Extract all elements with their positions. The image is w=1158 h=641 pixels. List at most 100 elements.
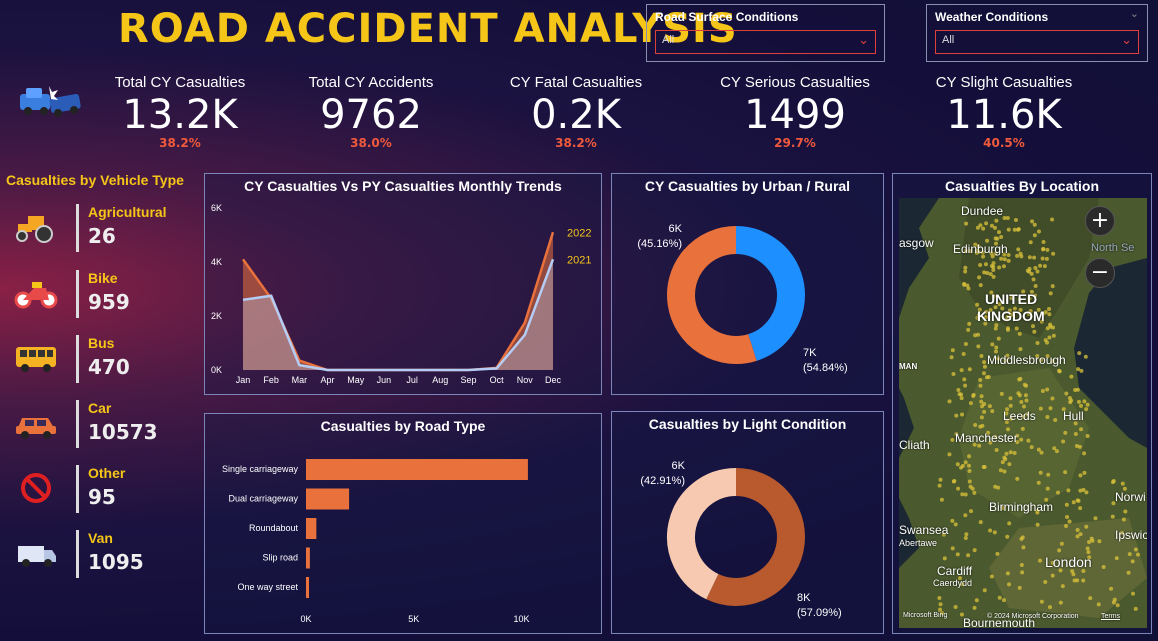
kpi-slight-casualties: CY Slight Casualties 11.6K 40.5%: [919, 74, 1089, 149]
weather-select[interactable]: All ⌄: [935, 30, 1139, 54]
casualty-dot: [1071, 500, 1076, 505]
road-surface-select[interactable]: All ⌄: [655, 30, 876, 54]
casualty-dot: [938, 602, 943, 607]
casualty-dot: [950, 348, 955, 353]
casualty-dot: [953, 604, 958, 609]
casualty-dot: [1121, 517, 1126, 522]
slice-value-label: 8K: [797, 592, 811, 604]
vehicle-row-agricultural[interactable]: Agricultural 26: [10, 202, 200, 252]
casualty-dot: [1079, 403, 1084, 408]
casualty-dot: [1096, 602, 1101, 607]
casualty-dot: [959, 368, 964, 373]
casualty-dot: [1111, 479, 1116, 484]
casualty-dot: [1075, 534, 1080, 539]
casualty-dot: [1051, 333, 1056, 338]
casualty-dot: [1075, 498, 1080, 503]
vehicle-value: 10573: [88, 420, 158, 444]
casualty-dot: [996, 485, 1001, 490]
casualty-dot: [979, 399, 984, 404]
casualty-dot: [1073, 431, 1078, 436]
casualty-dot: [1047, 605, 1052, 610]
casualty-dot: [1047, 335, 1052, 340]
road-surface-filter[interactable]: Road Surface Conditions All ⌄: [646, 4, 885, 62]
casualty-dot: [1012, 227, 1017, 232]
divider: [76, 270, 79, 318]
casualty-dot: [999, 235, 1004, 240]
casualty-dot: [972, 490, 977, 495]
casualty-dot: [1076, 367, 1081, 372]
casualty-dot: [993, 326, 998, 331]
casualty-dot: [979, 415, 984, 420]
x-tick-label: Dec: [545, 375, 562, 385]
casualty-dot: [1035, 340, 1040, 345]
casualty-dot: [1008, 403, 1013, 408]
casualty-dot: [963, 383, 968, 388]
weather-filter[interactable]: Weather Conditions ⌄ All ⌄: [926, 4, 1148, 62]
vehicle-value: 959: [88, 290, 130, 314]
urban-rural-donut[interactable]: 6K (45.16%) 7K (54.84%): [612, 174, 885, 396]
slice-pct-label: (57.09%): [797, 607, 842, 619]
casualty-dot: [982, 360, 987, 365]
casualty-dot: [1053, 418, 1058, 423]
vehicle-row-bus[interactable]: Bus 470: [10, 333, 200, 383]
map-label: Edinburgh: [953, 242, 1008, 256]
x-tick-label: 10K: [513, 614, 529, 624]
casualty-dot: [964, 221, 969, 226]
vehicle-row-van[interactable]: Van 1095: [10, 528, 200, 578]
vehicle-row-car[interactable]: Car 10573: [10, 398, 200, 448]
road-type-bar-chart[interactable]: Single carriageway Dual carriageway Rounda…: [205, 414, 603, 635]
casualty-dot: [956, 387, 961, 392]
light-condition-donut[interactable]: 6K (42.91%) 8K (57.09%): [612, 412, 885, 635]
zoom-out-button[interactable]: −: [1085, 258, 1115, 288]
casualty-dot: [994, 345, 999, 350]
kpi-percent: 38.2%: [159, 136, 201, 150]
kpi-percent: 38.0%: [350, 136, 392, 150]
zoom-in-button[interactable]: +: [1085, 206, 1115, 236]
monthly-trend-chart[interactable]: 0K 2K 4K 6K Jan Feb Mar Apr May Jun Jul Aug Sep Oct No…: [205, 174, 603, 396]
vehicle-row-bike[interactable]: Bike 959: [10, 268, 200, 318]
casualty-dot: [1079, 427, 1084, 432]
map-label: Middlesbrough: [987, 353, 1066, 367]
filter-label: Weather Conditions: [935, 10, 1049, 24]
casualty-dot: [1048, 291, 1053, 296]
casualty-dot: [982, 409, 987, 414]
vehicle-row-other[interactable]: Other 95: [10, 463, 200, 513]
casualty-dot: [947, 452, 952, 457]
kpi-label: Total CY Casualties: [114, 74, 246, 91]
casualty-dot: [1057, 368, 1062, 373]
divider: [76, 465, 79, 513]
casualty-dot: [1029, 445, 1034, 450]
casualty-dot: [1017, 585, 1022, 590]
casualty-dot: [967, 479, 972, 484]
x-tick-label: Jan: [236, 375, 251, 385]
vehicle-value: 95: [88, 485, 116, 509]
casualty-dot: [1114, 556, 1119, 561]
casualty-dot: [963, 265, 968, 270]
casualty-dot: [1078, 506, 1083, 511]
casualty-dot: [1040, 388, 1045, 393]
casualty-dot: [1020, 535, 1025, 540]
casualty-dot: [991, 274, 996, 279]
casualty-dot: [1025, 268, 1030, 273]
casualty-dot: [942, 556, 947, 561]
casualty-dot: [1016, 227, 1021, 232]
casualty-dot: [1050, 217, 1055, 222]
map-canvas[interactable]: Dundee Edinburgh asgow UNITED KINGDOM Mi…: [899, 198, 1147, 628]
casualty-dot: [989, 574, 994, 579]
casualty-dot: [1067, 519, 1072, 524]
casualty-dot: [1112, 597, 1117, 602]
map-terms-link[interactable]: Terms: [1101, 613, 1120, 620]
casualty-dot: [1036, 229, 1041, 234]
casualty-dot: [1055, 490, 1060, 495]
casualty-dot: [1115, 603, 1120, 608]
casualty-dot: [1081, 578, 1086, 583]
slice-pct-label: (42.91%): [640, 475, 685, 487]
casualty-dot: [1087, 539, 1092, 544]
casualty-dot: [1066, 488, 1071, 493]
casualty-dot: [967, 321, 972, 326]
casualty-dot: [1006, 258, 1011, 263]
casualty-dot: [990, 342, 995, 347]
slice-value-label: 7K: [803, 347, 817, 359]
map-label: Birmingham: [989, 500, 1054, 514]
casualty-dot: [985, 271, 990, 276]
